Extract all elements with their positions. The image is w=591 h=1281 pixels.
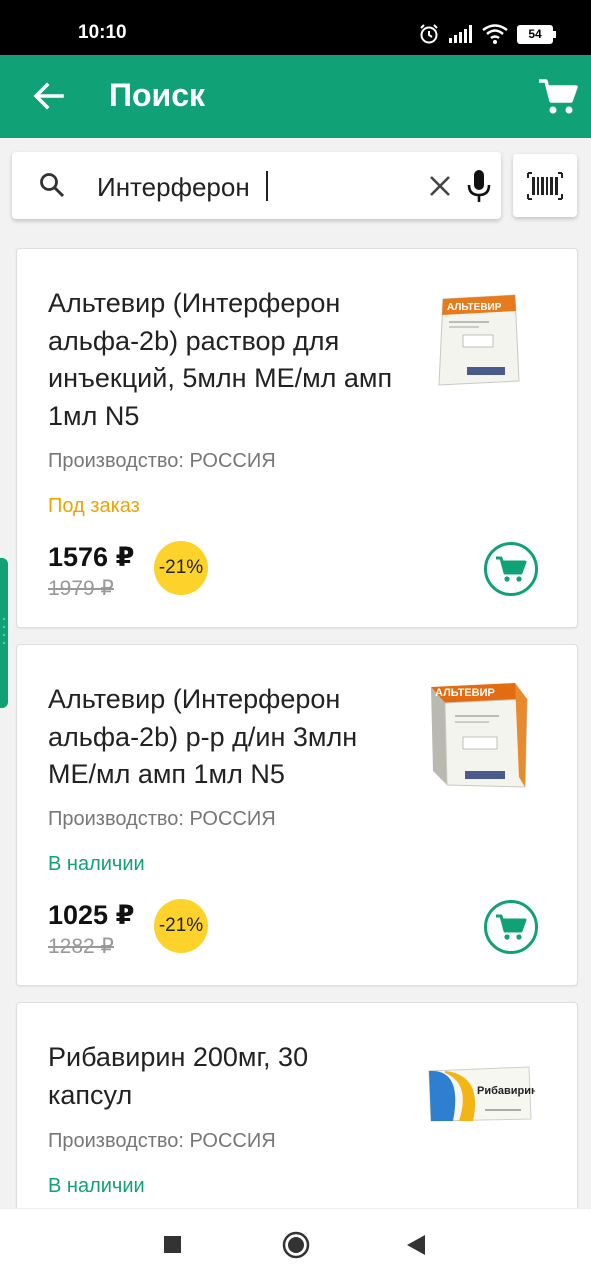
page-title: Поиск — [109, 77, 206, 113]
discount-badge: -21% — [154, 899, 208, 953]
product-card[interactable]: Рибавирин 200мг, 30 капсул Рибавирин Про… — [16, 1002, 578, 1234]
product-card[interactable]: Альтевир (Интерферон альфа-2b) раствор д… — [16, 248, 578, 628]
product-maker: Производство: РОССИЯ — [48, 1130, 276, 1152]
app-bar: Поиск — [0, 55, 591, 138]
triangle-back-icon[interactable] — [405, 1233, 427, 1257]
product-image-brand: Рибавирин — [477, 1085, 535, 1097]
availability-status: Под заказ — [48, 495, 140, 517]
availability-status: В наличии — [48, 853, 145, 875]
product-image: АЛЬТЕВИР — [438, 294, 520, 386]
product-maker: Производство: РОССИЯ — [48, 450, 276, 472]
product-card[interactable]: Альтевир (Интерферон альфа-2b) р-р д/ин … — [16, 644, 578, 986]
barcode-icon — [527, 172, 563, 200]
availability-status: В наличии — [48, 1175, 145, 1197]
microphone-icon[interactable] — [466, 169, 492, 203]
product-price: 1576 ₽ — [48, 542, 135, 572]
search-icon — [40, 173, 65, 198]
product-price: 1025 ₽ — [48, 900, 135, 930]
product-maker: Производство: РОССИЯ — [48, 808, 276, 830]
product-title: Альтевир (Интерферон альфа-2b) раствор д… — [48, 288, 393, 431]
product-image: АЛЬТЕВИР — [431, 683, 528, 788]
square-recents-icon[interactable] — [163, 1235, 183, 1255]
old-price: 1282 ₽ — [48, 935, 114, 958]
status-time: 10:10 — [78, 22, 127, 43]
barcode-button[interactable] — [513, 154, 577, 217]
alarm-icon — [420, 24, 438, 44]
battery-indicator: 54 — [517, 24, 556, 44]
close-icon[interactable] — [427, 173, 453, 199]
system-navigation-bar — [0, 1208, 591, 1281]
product-title: Рибавирин 200мг, 30 капсул — [48, 1042, 309, 1110]
status-icons: 54 — [418, 20, 556, 48]
discount-badge: -21% — [154, 541, 208, 595]
product-image-brand: АЛЬТЕВИР — [447, 302, 502, 313]
side-drawer-handle[interactable] — [0, 558, 8, 708]
cart-icon[interactable] — [537, 75, 579, 117]
add-to-cart-icon[interactable] — [483, 899, 539, 955]
status-bar: 10:10 54 — [0, 0, 591, 55]
wifi-icon — [482, 24, 508, 44]
text-caret — [266, 171, 268, 201]
search-input[interactable] — [95, 166, 419, 208]
search-box — [12, 152, 501, 219]
circle-home-icon[interactable] — [281, 1230, 311, 1260]
product-image-brand: АЛЬТЕВИР — [435, 687, 495, 699]
add-to-cart-icon[interactable] — [483, 541, 539, 597]
old-price: 1979 ₽ — [48, 577, 114, 600]
signal-icon — [449, 25, 472, 43]
arrow-left-icon[interactable] — [32, 80, 64, 112]
product-title: Альтевир (Интерферон альфа-2b) р-р д/ин … — [48, 684, 358, 789]
product-image: Рибавирин — [428, 1066, 535, 1122]
